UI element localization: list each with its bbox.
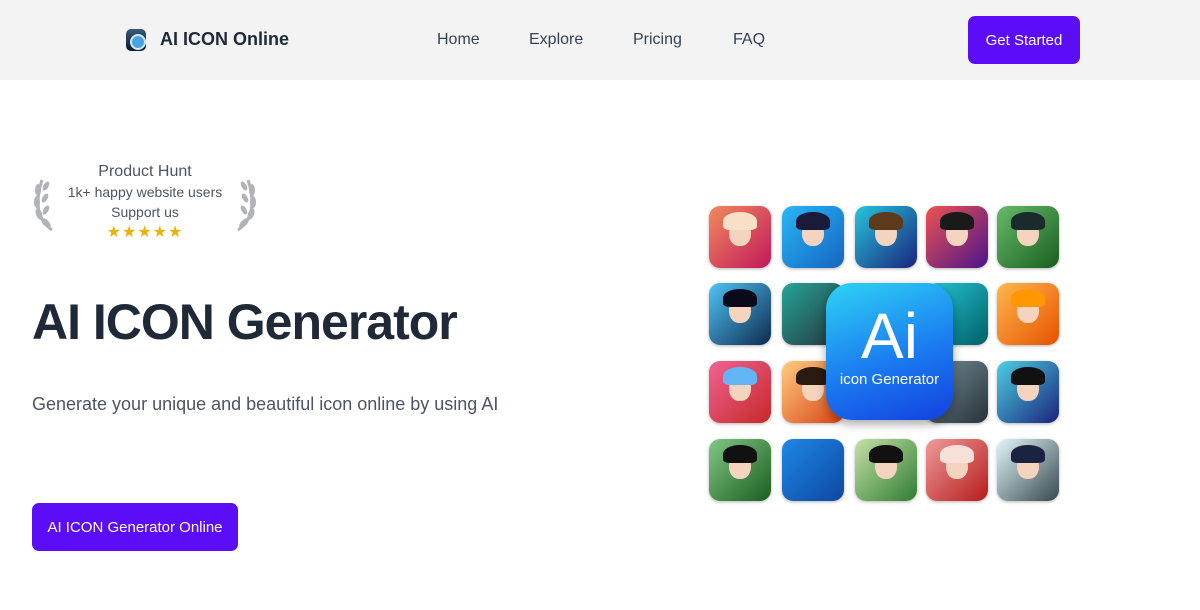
avatar-hair [796,367,830,385]
nav-link-faq[interactable]: FAQ [733,31,765,49]
badge-users: 1k+ happy website users [67,184,223,200]
sample-icon-tile [997,283,1059,345]
generator-online-button[interactable]: AI ICON Generator Online [32,503,238,551]
hero-title: AI ICON Generator [32,294,458,350]
sample-icon-tile [782,206,844,268]
avatar-hair [869,212,903,230]
avatar-hair [723,367,757,385]
sample-icon-tile [782,439,844,501]
badge-title: Product Hunt [98,163,192,180]
sample-icon-tile [709,439,771,501]
avatar-hair [723,212,757,230]
laurel-left-icon [34,179,53,232]
brand-name[interactable]: AI ICON Online [160,29,289,50]
sample-icon-tile [926,206,988,268]
nav-link-pricing[interactable]: Pricing [633,31,682,49]
sample-icon-tile [855,206,917,268]
logo-ai-text: Ai [861,300,918,372]
brand-logo-icon[interactable] [126,29,146,51]
product-hunt-badge[interactable]: Product Hunt 1k+ happy website users Sup… [60,162,230,244]
hero-subtitle: Generate your unique and beautiful icon … [32,394,499,414]
avatar-hair [1011,367,1045,385]
sample-icon-tile [997,439,1059,501]
avatar-hair [1011,445,1045,463]
sample-icon-tile [709,283,771,345]
top-nav: AI ICON Online Home Explore Pricing FAQ … [0,0,1200,80]
sample-icon-tile [855,439,917,501]
avatar-hair [723,289,757,307]
avatar-hair [1011,289,1045,307]
logo-generator-text: icon Generator [839,371,940,388]
laurel-right-icon [237,179,256,232]
sample-icon-tile [709,206,771,268]
avatar-hair [1011,212,1045,230]
nav-link-home[interactable]: Home [437,31,480,49]
nav-link-explore[interactable]: Explore [529,31,583,49]
avatar-hair [940,212,974,230]
avatar-hair [869,445,903,463]
sample-icon-tile [926,439,988,501]
sample-icon-tile [997,361,1059,423]
avatar-hair [796,212,830,230]
avatar-hair [940,445,974,463]
sample-icon-tile [997,206,1059,268]
avatar-hair [723,445,757,463]
icon-showcase-image: Ai icon Generator [709,206,1061,516]
badge-support: Support us [111,204,179,220]
ai-icon-generator-logo: Ai icon Generator [826,283,953,420]
rating-stars-icon: ★★★★★ [106,224,184,241]
sample-icon-tile [709,361,771,423]
get-started-button[interactable]: Get Started [968,16,1080,64]
